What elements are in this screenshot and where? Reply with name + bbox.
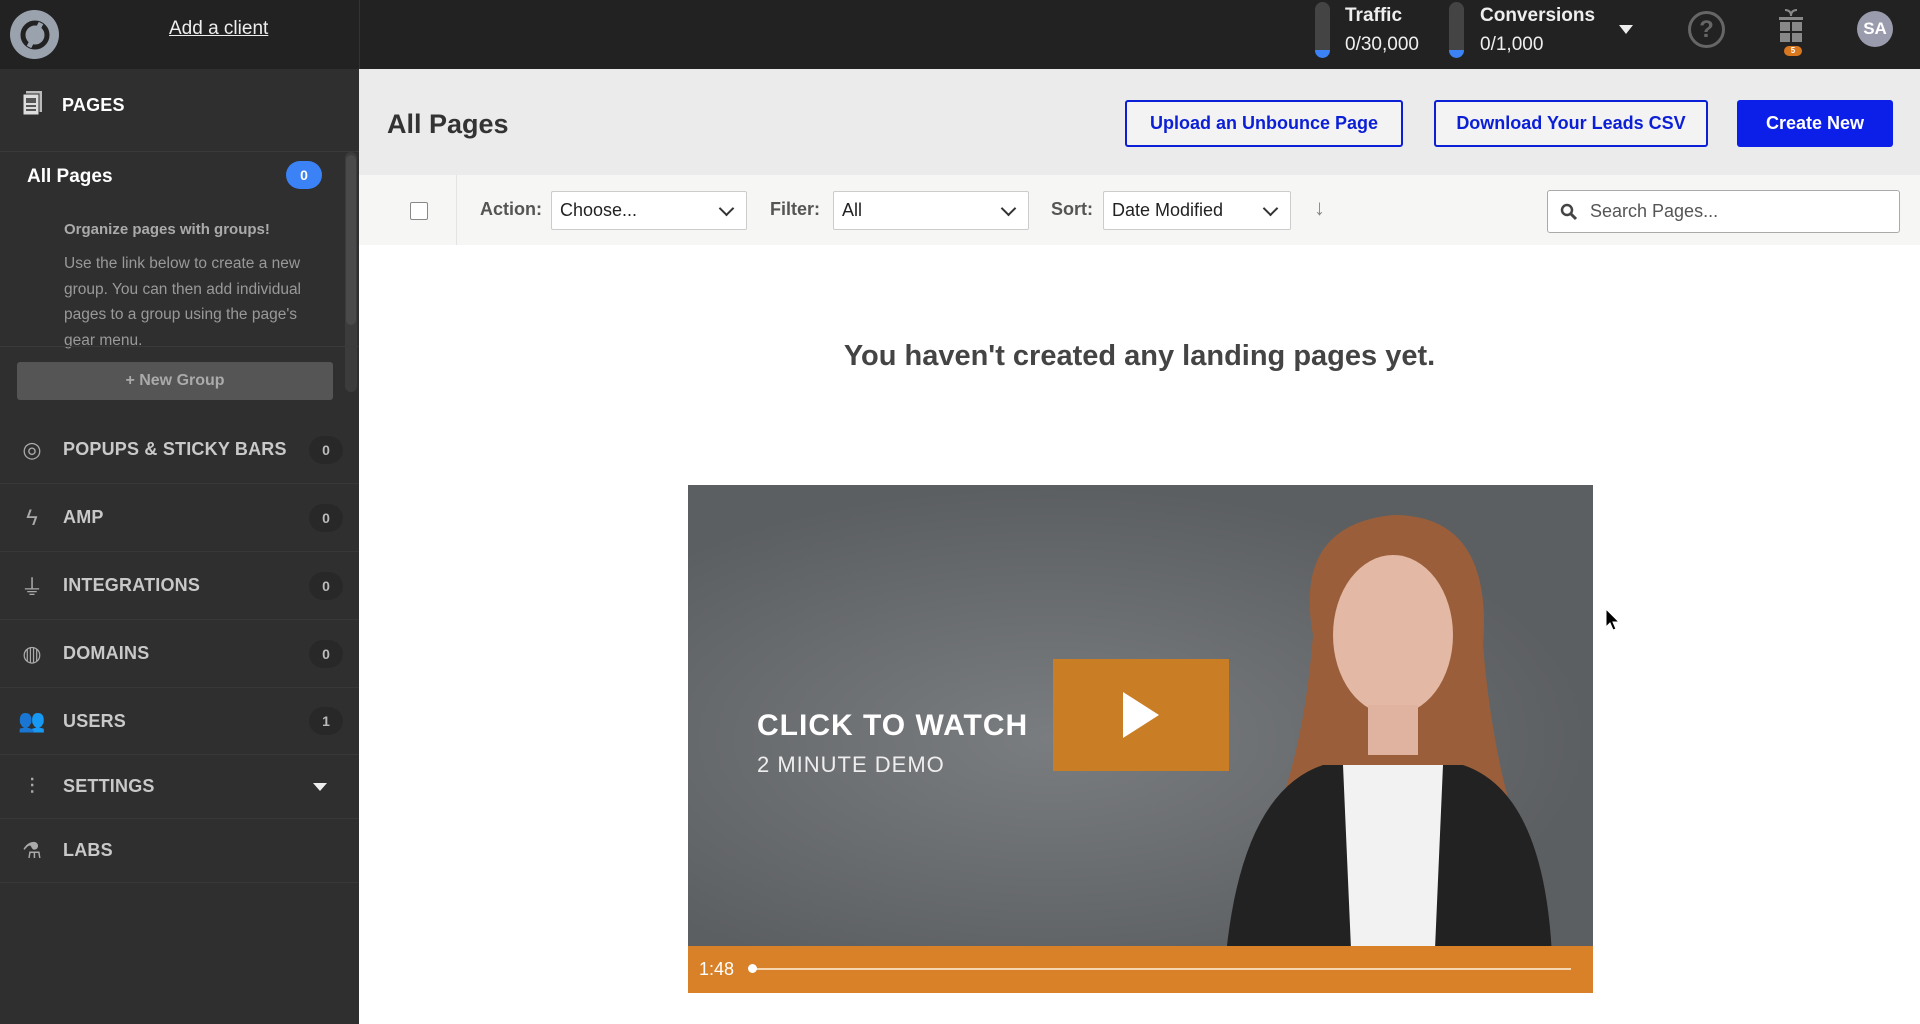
all-pages-count-badge: 0 — [286, 161, 322, 189]
new-group-button[interactable]: + New Group — [17, 362, 333, 400]
plug-icon: ⏚ — [20, 574, 43, 600]
conversions-stat: Conversions 0/1,000 — [1480, 1, 1595, 59]
conversions-meter — [1449, 2, 1464, 58]
chevron-down-icon — [1000, 200, 1017, 217]
divider — [359, 0, 360, 69]
top-bar: Add a client Traffic 0/30,000 Conversions… — [0, 0, 1920, 69]
flask-icon: ⚗ — [22, 837, 42, 863]
sidebar-scrollbar-thumb[interactable] — [346, 155, 356, 325]
sidebar-item-labs[interactable]: ⚗ LABS — [0, 819, 359, 883]
globe-icon: ◍ — [22, 640, 42, 666]
nav-label: INTEGRATIONS — [63, 575, 201, 595]
nav-label: SETTINGS — [63, 776, 155, 796]
sort-direction-arrow-icon[interactable]: ↓ — [1314, 195, 1325, 221]
action-select[interactable]: Choose... — [551, 191, 747, 230]
filter-value: All — [842, 200, 863, 220]
nav-label: USERS — [63, 710, 127, 731]
gift-icon[interactable] — [1779, 8, 1803, 44]
demo-video[interactable]: CLICK TO WATCH 2 MINUTE DEMO 1:48 — [688, 485, 1593, 993]
page-title: All Pages — [387, 109, 509, 139]
unbounce-logo[interactable] — [10, 10, 59, 59]
select-all-checkbox[interactable] — [410, 202, 428, 220]
nav-label: AMP — [63, 507, 104, 527]
video-cta-title: CLICK TO WATCH — [757, 709, 1029, 742]
traffic-meter — [1315, 2, 1330, 58]
nav-label: POPUPS & STICKY BARS — [63, 439, 287, 459]
video-time: 1:48 — [699, 959, 735, 979]
chevron-down-icon — [718, 200, 735, 217]
avatar[interactable]: SA — [1857, 11, 1893, 47]
nav-count: 0 — [309, 639, 343, 668]
lightning-icon: ϟ — [26, 504, 38, 530]
select-all-cell — [359, 175, 457, 245]
conversions-value: 0/1,000 — [1480, 34, 1544, 55]
traffic-label: Traffic — [1345, 5, 1403, 26]
toolbar: Action: Choose... Filter: All Sort: Date… — [359, 175, 1920, 245]
sidebar-item-amp[interactable]: ϟ AMP 0 — [0, 484, 359, 552]
pages-label: PAGES — [62, 95, 125, 115]
conversions-label: Conversions — [1480, 5, 1596, 26]
divider — [0, 346, 359, 347]
filter-label: Filter: — [770, 199, 821, 219]
search-placeholder: Search Pages... — [1590, 201, 1719, 221]
play-icon — [1123, 692, 1159, 738]
sliders-icon: ⫶ — [29, 773, 35, 799]
action-label: Action: — [480, 199, 542, 219]
sort-select[interactable]: Date Modified — [1103, 191, 1291, 230]
create-new-button[interactable]: Create New — [1737, 100, 1893, 147]
nav-count: 0 — [309, 435, 343, 464]
play-button[interactable] — [1053, 659, 1229, 771]
chevron-down-icon — [1262, 200, 1279, 217]
gift-badge: 5 — [1784, 46, 1802, 56]
sidebar-item-users[interactable]: 👥 USERS 1 — [0, 688, 359, 755]
traffic-value: 0/30,000 — [1345, 34, 1419, 55]
sidebar-item-pages[interactable]: PAGES — [0, 69, 359, 152]
sidebar-item-domains[interactable]: ◍ DOMAINS 0 — [0, 620, 359, 688]
sidebar-item-settings[interactable]: ⫶ SETTINGS — [0, 755, 359, 819]
action-value: Choose... — [560, 200, 638, 220]
usage-dropdown-caret-icon[interactable] — [1619, 25, 1633, 34]
target-icon: ◎ — [22, 436, 42, 462]
sidebar-item-popups[interactable]: ◎ POPUPS & STICKY BARS 0 — [0, 416, 359, 484]
add-client-link[interactable]: Add a client — [169, 18, 268, 40]
nav-count: 1 — [309, 707, 343, 735]
upload-page-button[interactable]: Upload an Unbounce Page — [1125, 100, 1403, 147]
video-progress-track[interactable] — [751, 968, 1571, 970]
sidebar: PAGES All Pages 0 Organize pages with gr… — [0, 69, 359, 1024]
presenter-image — [1223, 515, 1553, 993]
pages-icon — [22, 91, 42, 115]
video-progress-handle[interactable] — [748, 964, 757, 973]
nav-label: LABS — [63, 840, 113, 860]
sidebar-item-integrations[interactable]: ⏚ INTEGRATIONS 0 — [0, 552, 359, 620]
page-header: All Pages Upload an Unbounce Page Downlo… — [359, 69, 1920, 175]
search-input[interactable]: Search Pages... — [1547, 190, 1900, 233]
mouse-cursor-icon — [1605, 608, 1621, 631]
groups-hint-title: Organize pages with groups! — [64, 221, 270, 238]
sort-value: Date Modified — [1112, 200, 1224, 220]
nav-count: 0 — [309, 571, 343, 600]
video-controls: 1:48 — [688, 946, 1593, 993]
download-leads-button[interactable]: Download Your Leads CSV — [1434, 100, 1708, 147]
traffic-stat: Traffic 0/30,000 — [1345, 1, 1419, 59]
sort-label: Sort: — [1051, 199, 1093, 219]
chevron-down-icon — [313, 782, 327, 791]
users-icon: 👥 — [18, 708, 46, 733]
nav-count: 0 — [309, 503, 343, 532]
filter-select[interactable]: All — [833, 191, 1029, 230]
video-cta-subtitle: 2 MINUTE DEMO — [757, 752, 945, 777]
nav-label: DOMAINS — [63, 643, 150, 663]
help-icon[interactable]: ? — [1688, 11, 1725, 48]
search-icon — [1560, 203, 1578, 220]
sidebar-item-all-pages[interactable]: All Pages — [27, 166, 113, 188]
empty-state-message: You haven't created any landing pages ye… — [843, 340, 1436, 372]
